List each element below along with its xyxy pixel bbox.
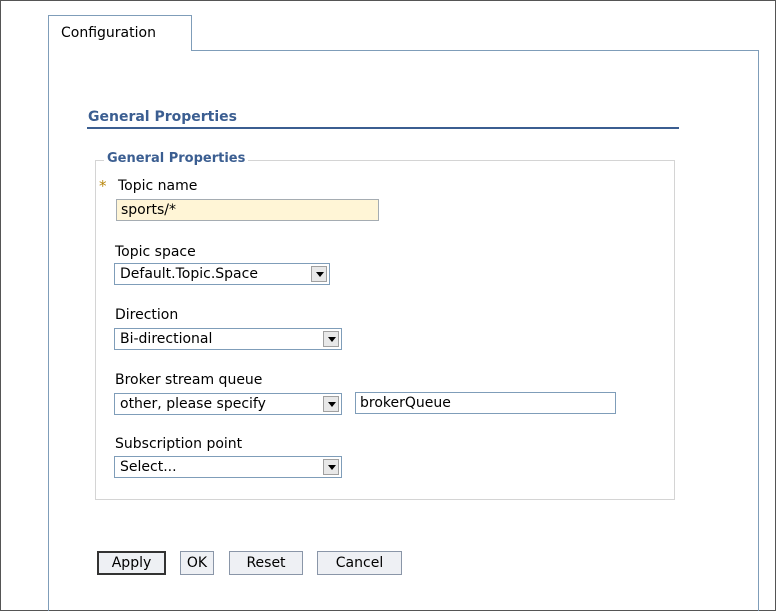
subscription-point-select[interactable]: Select... [114,456,342,478]
topic-space-label: Topic space [115,244,196,260]
broker-queue-other-input[interactable] [355,392,616,414]
topic-name-input[interactable] [116,199,379,221]
topic-space-value: Default.Topic.Space [120,266,258,282]
panel-border-right [758,50,759,611]
section-title: General Properties [88,109,237,125]
apply-button[interactable]: Apply [97,551,166,575]
direction-select[interactable]: Bi-directional [114,328,342,350]
direction-value: Bi-directional [120,331,213,347]
broker-stream-queue-label: Broker stream queue [115,372,263,388]
topic-space-select[interactable]: Default.Topic.Space [114,263,330,285]
panel-border-top [192,50,758,51]
subscription-point-value: Select... [120,459,177,475]
chevron-down-icon[interactable] [323,459,339,475]
section-divider [87,127,679,129]
required-marker: * [99,177,107,195]
chevron-down-icon[interactable] [311,266,327,282]
direction-label: Direction [115,307,179,323]
broker-stream-queue-select[interactable]: other, please specify [114,393,342,415]
panel-border-left [48,51,49,611]
fieldset-legend: General Properties [104,151,249,166]
chevron-down-icon[interactable] [323,396,339,412]
topic-name-label: Topic name [118,178,198,194]
reset-button[interactable]: Reset [229,551,303,575]
subscription-point-label: Subscription point [115,436,243,452]
chevron-down-icon[interactable] [323,331,339,347]
ok-button[interactable]: OK [180,551,214,575]
tab-label: Configuration [61,25,156,41]
tab-configuration[interactable]: Configuration [48,15,192,51]
cancel-button[interactable]: Cancel [317,551,402,575]
broker-stream-queue-value: other, please specify [120,396,266,412]
